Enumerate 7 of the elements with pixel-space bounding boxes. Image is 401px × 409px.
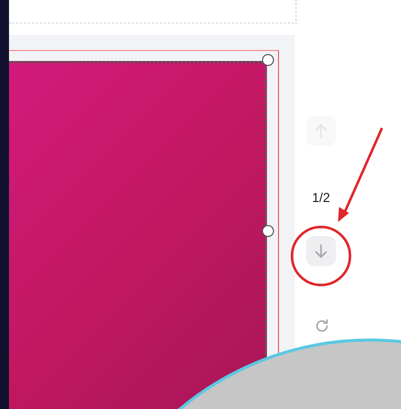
page-counter: 1/2	[312, 190, 330, 206]
page-down-button[interactable]	[306, 236, 336, 266]
highlight-circle	[290, 226, 352, 286]
resize-handle[interactable]	[262, 54, 274, 66]
refresh-icon[interactable]	[314, 318, 330, 334]
arrow-down-icon	[313, 243, 329, 259]
resize-handle[interactable]	[262, 225, 274, 237]
